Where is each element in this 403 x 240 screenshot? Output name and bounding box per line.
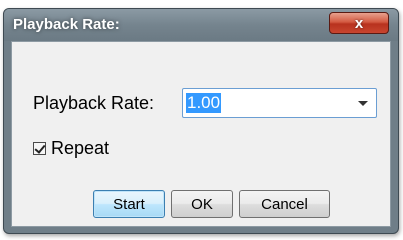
playback-rate-value[interactable]: 1.00 xyxy=(186,93,222,113)
repeat-label[interactable]: Repeat xyxy=(51,138,109,159)
close-button[interactable]: x xyxy=(329,12,389,34)
playback-rate-dialog: Playback Rate: x Playback Rate: 1.00 Rep… xyxy=(3,8,399,234)
repeat-checkbox[interactable] xyxy=(33,141,46,155)
cancel-button[interactable]: Cancel xyxy=(239,190,330,218)
dialog-body: Playback Rate: 1.00 Repeat Start OK Canc… xyxy=(11,41,391,227)
dialog-title: Playback Rate: xyxy=(13,16,120,33)
close-icon: x xyxy=(354,14,364,32)
playback-rate-label: Playback Rate: xyxy=(33,93,155,113)
repeat-option[interactable]: Repeat xyxy=(33,138,109,158)
start-button[interactable]: Start xyxy=(93,190,165,218)
ok-button[interactable]: OK xyxy=(171,190,233,218)
title-bar[interactable]: Playback Rate: x xyxy=(4,9,398,41)
chevron-down-icon[interactable] xyxy=(358,101,368,106)
playback-rate-combobox[interactable]: 1.00 xyxy=(182,88,377,118)
